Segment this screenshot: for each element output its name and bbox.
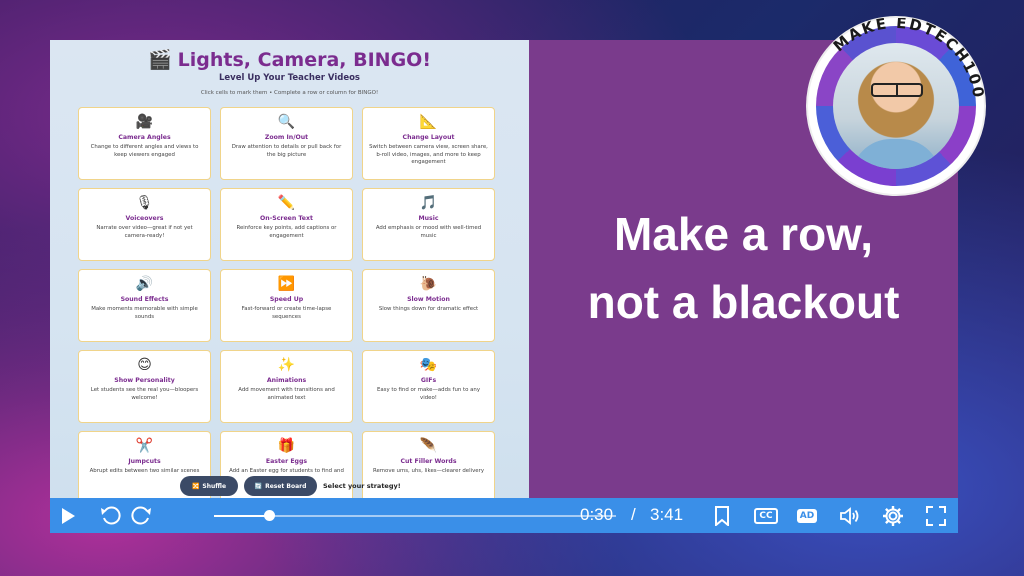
- bingo-cell[interactable]: 🪶 Cut Filler Words Remove ums, uhs, likes—…: [362, 431, 495, 504]
- cell-icon: 🎁: [277, 438, 296, 454]
- cell-description: Change to different angles and views to …: [90, 144, 199, 158]
- cell-title: Voiceovers: [125, 215, 164, 222]
- cell-title: GIFs: [420, 377, 437, 384]
- cc-icon[interactable]: CC: [753, 506, 779, 526]
- seek-bar-handle[interactable]: [263, 510, 275, 521]
- volume-icon[interactable]: [838, 505, 862, 527]
- cell-title: Speed Up: [269, 296, 304, 303]
- fullscreen-icon[interactable]: [924, 504, 948, 528]
- bookmark-icon[interactable]: [712, 505, 732, 527]
- cell-description: Make moments memorable with simple sound…: [91, 306, 198, 320]
- cell-icon: ✏️: [277, 195, 296, 211]
- svg-text:MAKE EDTECH100: MAKE EDTECH100: [830, 18, 984, 100]
- bingo-instructions: Click cells to mark them • Complete a ro…: [200, 90, 379, 96]
- slide-caption: Make a row, not a blackout: [529, 200, 958, 336]
- caption-line-2: not a blackout: [587, 276, 900, 328]
- bingo-cell[interactable]: 😊 Show Personality Let students see the re…: [78, 350, 211, 423]
- seek-bar[interactable]: [214, 510, 616, 521]
- cell-icon: 🎭: [419, 357, 438, 373]
- cell-icon: 🪶: [419, 438, 438, 454]
- bingo-cell[interactable]: 🔊 Sound Effects Make moments memorable wit…: [78, 269, 211, 342]
- cell-icon: 🔊: [135, 276, 154, 292]
- video-player-controls: 0:30 / 3:41 CC AD: [50, 498, 958, 533]
- cell-title: Easter Eggs: [265, 458, 308, 465]
- seek-bar-fill: [214, 515, 269, 517]
- cell-icon: 🎥: [135, 114, 154, 130]
- cell-icon: 🎙: [135, 195, 154, 211]
- bingo-cell[interactable]: 🎥 Camera Angles Change to different angles…: [78, 107, 211, 180]
- clapperboard-icon: 🎬: [148, 49, 172, 71]
- shuffle-icon: 🔀: [191, 482, 200, 490]
- cell-icon: 🔍: [277, 114, 296, 130]
- cell-description: Fast-forward or create time-lapse sequen…: [241, 306, 332, 320]
- bingo-grid: 🎥 Camera Angles Change to different angles…: [78, 107, 500, 504]
- bingo-cell[interactable]: ✏️ On-Screen Text Reinforce key points, ad…: [220, 188, 353, 261]
- cell-icon: 😊: [137, 357, 152, 373]
- caption-line-1: Make a row,: [613, 208, 874, 260]
- duration: 3:41: [650, 505, 684, 524]
- cell-title: Zoom In/Out: [264, 134, 309, 141]
- current-time: 0:30: [580, 505, 614, 524]
- cell-title: Animations: [266, 377, 307, 384]
- settings-icon[interactable]: [881, 504, 905, 528]
- bingo-cell[interactable]: 🐌 Slow Motion Slow things down for dramati…: [362, 269, 495, 342]
- cell-title: Camera Angles: [118, 134, 171, 141]
- bingo-cell[interactable]: ✨ Animations Add movement with transitions…: [220, 350, 353, 423]
- cell-icon: ⏩: [277, 276, 296, 292]
- cell-description: Reinforce key points, add captions or en…: [236, 225, 337, 239]
- bingo-cell[interactable]: ⏩ Speed Up Fast-forward or create time-lap…: [220, 269, 353, 342]
- cell-title: Music: [418, 215, 439, 222]
- cell-icon: 🎵: [419, 195, 438, 211]
- bingo-board-panel: 🎬 Lights, Camera, BINGO! Level Up Your Te…: [50, 40, 529, 504]
- cell-icon: ✂️: [135, 438, 154, 454]
- cell-title: Cut Filler Words: [400, 458, 457, 465]
- cell-icon: 🐌: [419, 276, 438, 292]
- badge-ring-text: MAKE EDTECH100: [830, 18, 984, 100]
- bingo-cell[interactable]: 🎭 GIFs Easy to find or make—adds fun to an…: [362, 350, 495, 423]
- cell-title: On-Screen Text: [260, 215, 313, 222]
- bingo-cell[interactable]: 🔍 Zoom In/Out Draw attention to details or…: [220, 107, 353, 180]
- cell-description: Abrupt edits between two similar scenes: [89, 468, 200, 474]
- cell-description: Let students see the real you—bloopers w…: [90, 387, 199, 401]
- reset-icon: 🔄: [254, 482, 263, 490]
- bingo-subtitle: Level Up Your Teacher Videos: [219, 73, 360, 83]
- reset-board-button[interactable]: 🔄 Reset Board: [244, 476, 317, 496]
- cell-description: Add emphasis or mood with well-timed mus…: [375, 225, 482, 239]
- cell-title: Slow Motion: [407, 296, 450, 303]
- cell-description: Narrate over video—great if not yet came…: [96, 225, 193, 239]
- cell-icon: 📐: [419, 114, 438, 130]
- cell-title: Show Personality: [114, 377, 175, 384]
- cell-title: Jumpcuts: [128, 458, 161, 465]
- play-icon[interactable]: [58, 506, 78, 526]
- forward-icon[interactable]: [130, 505, 152, 527]
- bingo-cell[interactable]: 🎙 Voiceovers Narrate over video—great if n…: [78, 188, 211, 261]
- strategy-label: Select your strategy!: [323, 482, 401, 490]
- bingo-cell[interactable]: 🎵 Music Add emphasis or mood with well-tim…: [362, 188, 495, 261]
- cell-description: Easy to find or make—adds fun to any vid…: [376, 387, 481, 401]
- shuffle-button[interactable]: 🔀 Shuffle: [180, 476, 238, 496]
- badge-ring-label: MAKE EDTECH100: [830, 18, 984, 100]
- bingo-title: 🎬 Lights, Camera, BINGO!: [148, 49, 431, 71]
- ad-icon[interactable]: AD: [794, 506, 820, 526]
- cell-icon: ✨: [277, 357, 296, 373]
- cell-description: Slow things down for dramatic effect: [378, 306, 479, 312]
- rewind-icon[interactable]: [100, 505, 122, 527]
- cell-description: Switch between camera view, screen share…: [369, 144, 488, 165]
- cell-title: Sound Effects: [120, 296, 169, 303]
- cell-description: Remove ums, uhs, likes—clearer delivery: [372, 468, 485, 474]
- time-separator: /: [631, 505, 636, 524]
- bingo-cell[interactable]: 📐 Change Layout Switch between camera view…: [362, 107, 495, 180]
- presenter-badge: MAKE EDTECH100: [808, 18, 984, 194]
- cell-title: Change Layout: [402, 134, 455, 141]
- cell-description: Add movement with transitions and animat…: [238, 387, 335, 401]
- cell-description: Draw attention to details or pull back f…: [231, 144, 342, 158]
